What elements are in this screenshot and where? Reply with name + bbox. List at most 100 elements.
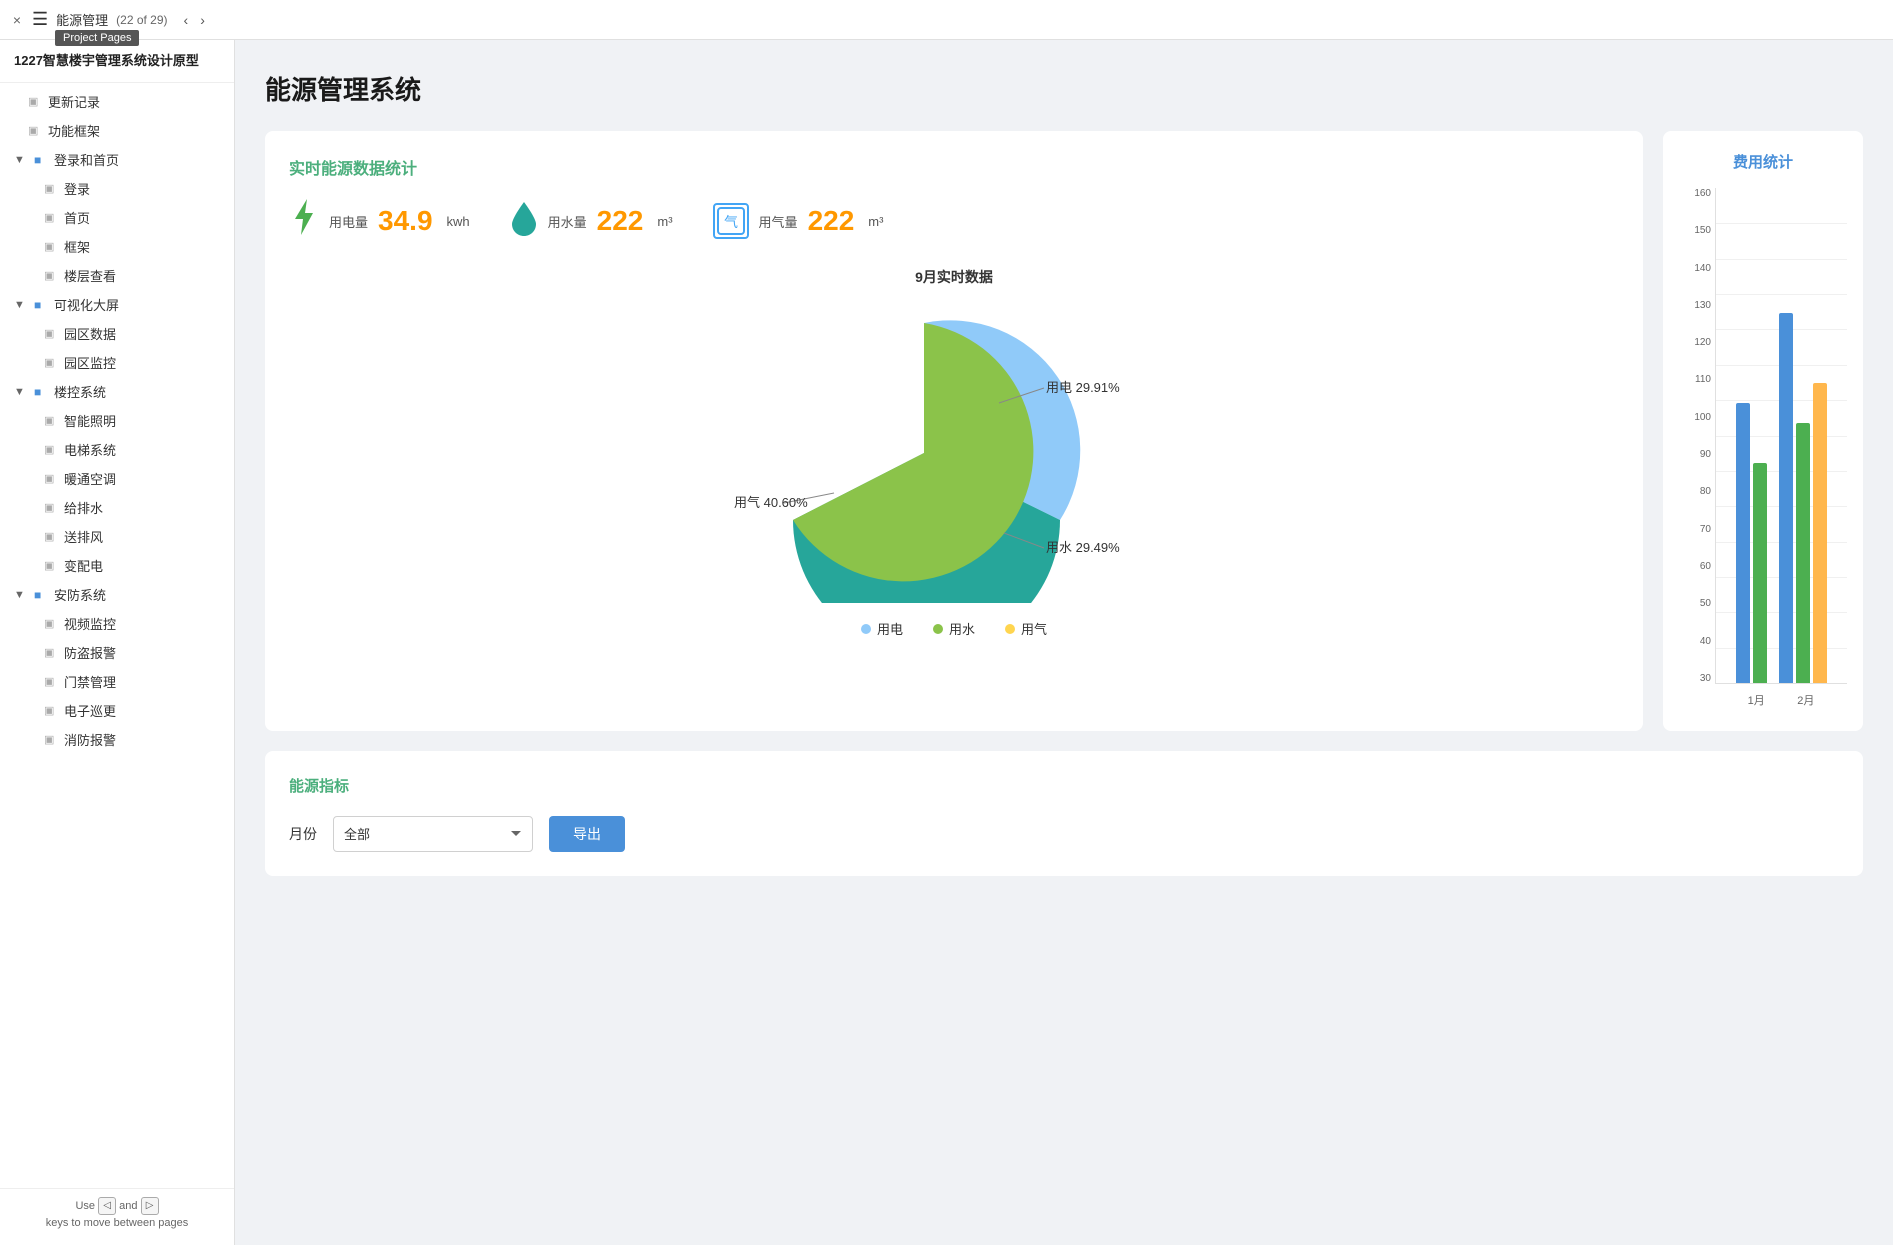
sidebar: 1227智慧楼宇管理系统设计原型 ▣ 更新记录 ▣ 功能框架 ▼ ■ 登录和首页…: [0, 40, 235, 1245]
sidebar-item-campus-data[interactable]: ▣ 园区数据: [0, 319, 234, 348]
bar-gas-2: [1813, 383, 1827, 683]
page-icon: ▣: [28, 124, 42, 137]
x-axis-labels: 1月 2月: [1715, 692, 1847, 708]
content-area: 能源管理系统 实时能源数据统计 用电量 34.9 kwh: [235, 40, 1893, 1245]
export-button[interactable]: 导出: [549, 816, 625, 852]
y-label: 130: [1679, 300, 1711, 311]
legend-gas: 用气: [1005, 619, 1047, 638]
gas-stat: 气 用气量 222 m³: [713, 203, 884, 239]
page-navigation: ‹ ›: [180, 10, 209, 30]
nav-prev-button[interactable]: ‹: [180, 10, 193, 30]
page-icon: ▣: [44, 530, 58, 543]
sidebar-group-security[interactable]: ▼ ■ 安防系统: [0, 580, 234, 609]
sidebar-item-login[interactable]: ▣ 登录: [0, 174, 234, 203]
y-label: 110: [1679, 374, 1711, 385]
sidebar-group-visualization[interactable]: ▼ ■ 可视化大屏: [0, 290, 234, 319]
menu-icon[interactable]: ☰: [32, 9, 48, 30]
legend-electricity: 用电: [861, 619, 903, 638]
svg-text:气: 气: [724, 214, 738, 230]
folder-icon: ■: [34, 298, 48, 312]
sidebar-item-ventilation[interactable]: ▣ 送排风: [0, 522, 234, 551]
page-icon: ▣: [44, 501, 58, 514]
page-icon: ▣: [44, 356, 58, 369]
electricity-icon: [289, 199, 319, 243]
chart-title: 9月实时数据: [915, 267, 993, 287]
sidebar-item-access-control[interactable]: ▣ 门禁管理: [0, 667, 234, 696]
top-bar: × ☰ 能源管理 (22 of 29) Project Pages ‹ ›: [0, 0, 1893, 40]
sidebar-item-label: 登录和首页: [54, 150, 119, 169]
y-label: 100: [1679, 412, 1711, 423]
legend-label-electricity: 用电: [877, 619, 903, 638]
sidebar-item-label: 给排水: [64, 498, 103, 517]
realtime-energy-card: 实时能源数据统计 用电量 34.9 kwh: [265, 131, 1643, 731]
sidebar-item-plumbing[interactable]: ▣ 给排水: [0, 493, 234, 522]
sidebar-group-building-control[interactable]: ▼ ■ 楼控系统: [0, 377, 234, 406]
pie-chart-container: 9月实时数据: [289, 267, 1619, 638]
sidebar-item-framework[interactable]: ▣ 框架: [0, 232, 234, 261]
sidebar-item-elevator[interactable]: ▣ 电梯系统: [0, 435, 234, 464]
page-icon: ▣: [44, 646, 58, 659]
sidebar-content: ▣ 更新记录 ▣ 功能框架 ▼ ■ 登录和首页 ▣ 登录 ▣ 首页 ▣: [0, 83, 234, 1188]
sidebar-item-floor-view[interactable]: ▣ 楼层查看: [0, 261, 234, 290]
sidebar-item-update-log[interactable]: ▣ 更新记录: [0, 87, 234, 116]
electricity-label: 用电量: [329, 212, 368, 231]
sidebar-item-label: 电梯系统: [64, 440, 116, 459]
sidebar-item-smart-lighting[interactable]: ▣ 智能照明: [0, 406, 234, 435]
sidebar-project-title: 1227智慧楼宇管理系统设计原型: [0, 40, 234, 83]
water-icon: [510, 200, 538, 243]
cards-row: 实时能源数据统计 用电量 34.9 kwh: [265, 131, 1863, 731]
sidebar-item-hvac[interactable]: ▣ 暖通空调: [0, 464, 234, 493]
electricity-value: 34.9: [378, 205, 433, 237]
expand-icon: ▼: [14, 154, 28, 166]
month-select[interactable]: 全部 1月 2月 3月 4月 5月 6月 7月 8月 9月 10月 11月 12…: [333, 816, 533, 852]
sidebar-item-label: 园区监控: [64, 353, 116, 372]
y-label: 40: [1679, 636, 1711, 647]
sidebar-item-campus-monitor[interactable]: ▣ 园区监控: [0, 348, 234, 377]
sidebar-item-label: 框架: [64, 237, 90, 256]
sidebar-item-label: 防盗报警: [64, 643, 116, 662]
electricity-unit: kwh: [447, 214, 470, 229]
bar-electricity-1: [1736, 403, 1750, 683]
sidebar-item-label: 暖通空调: [64, 469, 116, 488]
sidebar-item-label: 电子巡更: [64, 701, 116, 720]
folder-icon: ■: [34, 588, 48, 602]
y-label: 80: [1679, 486, 1711, 497]
electricity-stat: 用电量 34.9 kwh: [289, 199, 470, 243]
close-icon[interactable]: ×: [10, 13, 24, 27]
svg-text:用气 40.60%: 用气 40.60%: [734, 495, 808, 510]
sidebar-item-function-framework[interactable]: ▣ 功能框架: [0, 116, 234, 145]
sidebar-item-cctv[interactable]: ▣ 视频监控: [0, 609, 234, 638]
gas-value: 222: [808, 205, 855, 237]
page-icon: ▣: [44, 182, 58, 195]
bar-water-1: [1753, 463, 1767, 683]
bar-group-2: [1779, 313, 1827, 683]
page-icon: ▣: [44, 240, 58, 253]
key-left-icon: ◁: [98, 1197, 116, 1215]
bars-group: [1716, 313, 1847, 683]
energy-index-card: 能源指标 月份 全部 1月 2月 3月 4月 5月 6月 7月 8月 9月 10…: [265, 751, 1863, 876]
sidebar-item-fire-alarm[interactable]: ▣ 消防报警: [0, 725, 234, 754]
page-icon: ▣: [44, 733, 58, 746]
page-icon: ▣: [28, 95, 42, 108]
month-label: 月份: [289, 824, 317, 844]
sidebar-item-burglar-alarm[interactable]: ▣ 防盗报警: [0, 638, 234, 667]
pie-chart-svg: 用气 40.60% 用电 29.91% 用水 29.49%: [704, 303, 1204, 603]
expand-icon: ▼: [14, 589, 28, 601]
sidebar-item-home[interactable]: ▣ 首页: [0, 203, 234, 232]
page-icon: ▣: [44, 675, 58, 688]
key-right-icon: ▷: [141, 1197, 159, 1215]
water-label: 用水量: [548, 212, 587, 231]
nav-next-button[interactable]: ›: [196, 10, 209, 30]
sidebar-item-power-distribution[interactable]: ▣ 变配电: [0, 551, 234, 580]
bar-electricity-2: [1779, 313, 1793, 683]
sidebar-group-login-home[interactable]: ▼ ■ 登录和首页: [0, 145, 234, 174]
legend-dot-gas: [1005, 624, 1015, 634]
sidebar-item-patrol[interactable]: ▣ 电子巡更: [0, 696, 234, 725]
gas-unit: m³: [868, 214, 883, 229]
cost-card-title: 费用统计: [1679, 151, 1847, 172]
y-axis-labels: 160 150 140 130 120 110 100 90 80 70 60 …: [1679, 188, 1711, 684]
legend-dot-electricity: [861, 624, 871, 634]
page-icon: ▣: [44, 617, 58, 630]
energy-index-title: 能源指标: [289, 775, 1839, 796]
y-label: 90: [1679, 449, 1711, 460]
